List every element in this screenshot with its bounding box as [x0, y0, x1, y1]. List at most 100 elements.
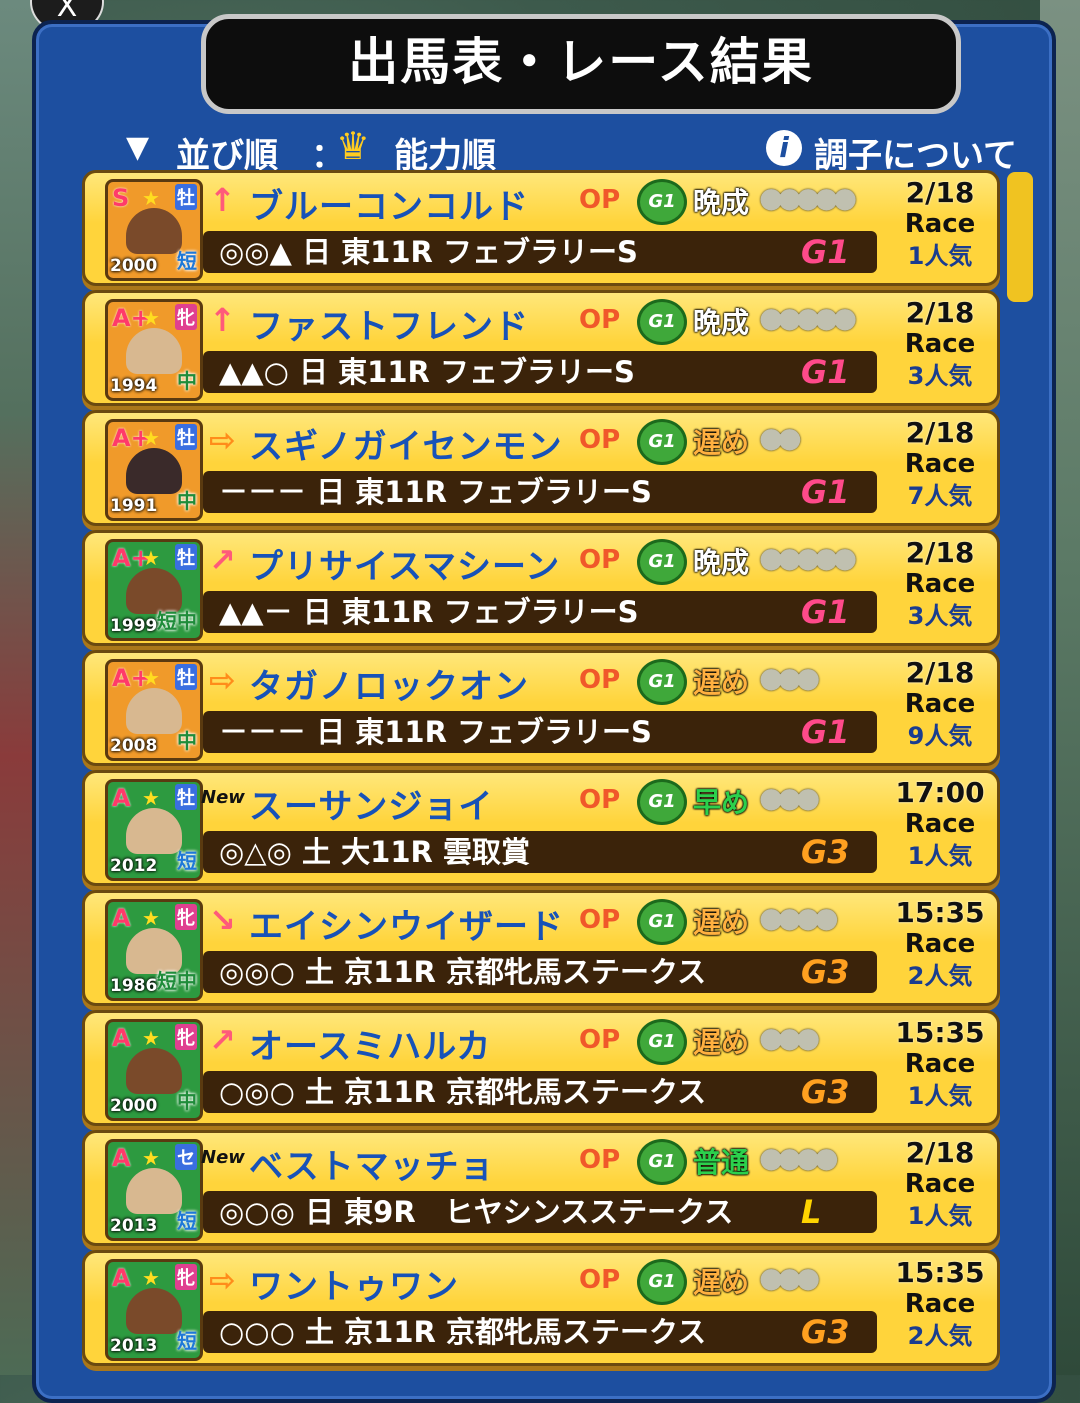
race-date: 2/18: [905, 1136, 975, 1169]
race-entry: ▲▲－ 日 東11R フェブラリーS: [203, 591, 877, 633]
horse-card[interactable]: A+ ★ 牝 1994 中 ↑ ファストフレンド OP G1 晩成 ●●●●● …: [82, 290, 1000, 406]
prediction-marks: ◎△◎: [219, 835, 292, 869]
race-date: 17:00: [895, 776, 985, 809]
race-entry: －－－ 日 東11R フェブラリーS: [203, 711, 877, 753]
horse-card[interactable]: A ★ 牡 2012 短 New スーサンジョイ OP G1 早め ●●● ◎△…: [82, 770, 1000, 886]
horse-class: OP: [579, 305, 621, 335]
prediction-marks: ○◎○: [219, 1075, 295, 1109]
horse-class: OP: [579, 785, 621, 815]
condition-horseshoe-icons: ●●●●●: [759, 541, 857, 574]
race-day: 日: [302, 595, 332, 629]
horse-portrait: A ★ 牝 2013 短: [105, 1259, 203, 1361]
sex-badge: 牝: [175, 1024, 197, 1050]
prediction-marks: ◎◎▲: [219, 235, 292, 269]
race-day: 日: [305, 1195, 335, 1229]
popularity: 2人気: [907, 962, 973, 990]
race-entry: ◎◎▲ 日 東11R フェブラリーS: [203, 231, 877, 273]
horse-portrait: A+ ★ 牡 2008 中: [105, 659, 203, 761]
page-title: 出馬表・レース結果: [201, 14, 961, 114]
star-icon: ★: [142, 1266, 160, 1290]
horse-portrait: A ★ 牝 2000 中: [105, 1019, 203, 1121]
race-grade-badge: G1: [801, 713, 850, 751]
popularity: 3人気: [907, 602, 973, 630]
race-entry: ◎◎○ 土 京11R 京都牝馬ステークス: [203, 951, 877, 993]
distance-aptitude: 短: [177, 249, 197, 273]
horse-face-icon: [126, 208, 182, 254]
race-time-box: 2/18 Race 3人気: [885, 297, 995, 401]
prediction-marks: ▲▲○: [219, 355, 289, 389]
horse-card[interactable]: A ★ 牝 2000 中 ↗ オースミハルカ OP G1 遅め ●●● ○◎○ …: [82, 1010, 1000, 1126]
race-day: 土: [305, 1075, 335, 1109]
info-icon[interactable]: i: [766, 130, 802, 166]
race-time-box: 15:35 Race 2人気: [885, 1257, 995, 1361]
race-grade-badge: G1: [801, 473, 850, 511]
growth-type: 遅め: [693, 1026, 750, 1059]
distance-aptitude: 短中: [157, 969, 197, 993]
popularity: 9人気: [907, 722, 973, 750]
horse-class: OP: [579, 185, 621, 215]
star-icon: ★: [142, 426, 160, 450]
birth-year: 1991: [110, 496, 158, 516]
prediction-marks: ◎○◎: [219, 1195, 295, 1229]
race-label: Race: [904, 1169, 976, 1199]
g1-badge-icon: G1: [637, 779, 687, 825]
race-label: Race: [904, 809, 976, 839]
ability-grade: A: [112, 1144, 131, 1172]
race-label: Race: [904, 209, 976, 239]
growth-type: 普通: [693, 1146, 750, 1179]
horse-portrait: A ★ 牝 1986 短中: [105, 899, 203, 1001]
horse-class: OP: [579, 905, 621, 935]
birth-year: 1994: [110, 376, 158, 396]
birth-year: 2008: [110, 736, 158, 756]
horse-card[interactable]: A ★ セ 2013 短 New ベストマッチョ OP G1 普通 ●●●● ◎…: [82, 1130, 1000, 1246]
race-day: 日: [316, 475, 346, 509]
horse-class: OP: [579, 425, 621, 455]
race-name: 東11R フェブラリーS: [341, 595, 639, 629]
sex-badge: 牝: [175, 904, 197, 930]
horse-class: OP: [579, 1265, 621, 1295]
g1-badge-icon: G1: [637, 1259, 687, 1305]
race-date: 2/18: [905, 536, 975, 569]
race-name: 東11R フェブラリーS: [355, 475, 652, 509]
popularity: 1人気: [907, 1202, 973, 1230]
sex-badge: 牝: [175, 304, 197, 330]
sort-toggle-icon[interactable]: ▼: [126, 130, 149, 165]
condition-horseshoe-icons: ●●●: [759, 1021, 820, 1054]
horse-card[interactable]: A ★ 牝 2013 短 ⇨ ワントゥワン OP G1 遅め ●●● ○○○ 土…: [82, 1250, 1000, 1366]
popularity: 1人気: [907, 842, 973, 870]
distance-aptitude: 中: [177, 1089, 197, 1113]
sex-badge: セ: [175, 1144, 197, 1170]
race-date: 2/18: [905, 296, 975, 329]
sex-badge: 牡: [175, 184, 197, 210]
star-icon: ★: [142, 186, 160, 210]
trend-arrow-icon: ↗: [209, 1021, 236, 1059]
popularity: 1人気: [907, 1082, 973, 1110]
horse-class: OP: [579, 665, 621, 695]
g1-badge-icon: G1: [637, 659, 687, 705]
trend-arrow-icon: ↑: [209, 301, 236, 339]
race-date: 2/18: [905, 416, 975, 449]
popularity: 3人気: [907, 362, 973, 390]
race-entry: ○○○ 土 京11R 京都牝馬ステークス: [203, 1311, 877, 1353]
growth-type: 遅め: [693, 906, 750, 939]
horse-card[interactable]: A+ ★ 牡 2008 中 ⇨ タガノロックオン OP G1 遅め ●●● －－…: [82, 650, 1000, 766]
race-entry: ○◎○ 土 京11R 京都牝馬ステークス: [203, 1071, 877, 1113]
trend-arrow-icon: New: [201, 1147, 245, 1168]
scrollbar-thumb[interactable]: [1007, 172, 1033, 302]
birth-year: 1999: [110, 616, 158, 636]
condition-horseshoe-icons: ●●●: [759, 781, 820, 814]
horse-card[interactable]: A ★ 牝 1986 短中 ↘ エイシンウイザード OP G1 遅め ●●●● …: [82, 890, 1000, 1006]
horse-card[interactable]: A+ ★ 牡 1991 中 ⇨ スギノガイセンモン OP G1 遅め ●● －－…: [82, 410, 1000, 526]
trend-arrow-icon: ⇨: [209, 421, 236, 459]
horse-portrait: A ★ セ 2013 短: [105, 1139, 203, 1241]
horse-card[interactable]: A+ ★ 牡 1999 短中 ↗ プリサイスマシーン OP G1 晩成 ●●●●…: [82, 530, 1000, 646]
star-icon: ★: [142, 1146, 160, 1170]
growth-type: 晩成: [693, 546, 750, 579]
trend-arrow-icon: ↗: [209, 541, 236, 579]
condition-horseshoe-icons: ●●●●●: [759, 181, 857, 214]
race-entry: ◎△◎ 土 大11R 雲取賞: [203, 831, 877, 873]
horse-face-icon: [126, 688, 182, 734]
birth-year: 2000: [110, 1096, 158, 1116]
horse-card[interactable]: S ★ 牡 2000 短 ↑ ブルーコンコルド OP G1 晩成 ●●●●● ◎…: [82, 170, 1000, 286]
sex-badge: 牝: [175, 1264, 197, 1290]
